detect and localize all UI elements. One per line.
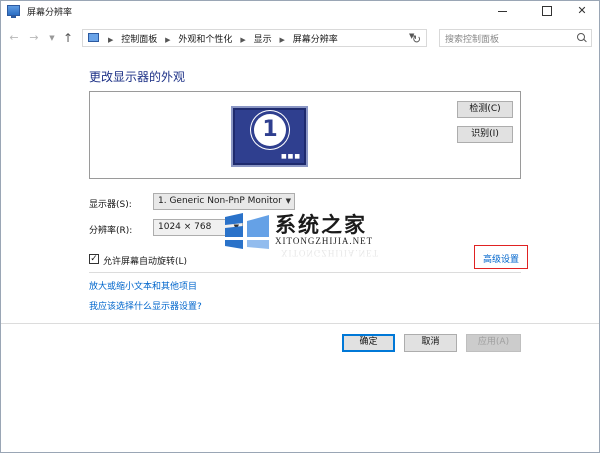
breadcrumb-appearance[interactable]: 外观和个性化 [178, 35, 232, 45]
close-button[interactable]: ✕ [563, 1, 599, 21]
monitor-dots-icon: ■■■ [280, 153, 301, 160]
apply-button[interactable]: 应用(A) [466, 334, 521, 352]
display-app-icon [7, 5, 20, 18]
chevron-right-icon[interactable]: ▶ [108, 36, 113, 44]
ok-button[interactable]: 确定 [342, 334, 395, 352]
monitor-1-icon[interactable]: 1 ■■■ [231, 106, 308, 167]
recent-locations-chevron-icon[interactable]: ▼ [45, 30, 59, 46]
minimize-icon [497, 10, 507, 12]
text-size-link[interactable]: 放大或缩小文本和其他项目 [89, 279, 197, 292]
advanced-settings-link[interactable]: 高级设置 [483, 252, 519, 265]
breadcrumb-display[interactable]: 显示 [254, 35, 272, 45]
forward-arrow-icon[interactable]: → [27, 30, 41, 46]
search-icon[interactable] [577, 33, 585, 41]
watermark: 系统之家 XITONGZHIJIA.NET XITONGZHIJIA.NET [223, 209, 403, 259]
control-panel-icon [88, 33, 99, 42]
page-title: 更改显示器的外观 [89, 70, 186, 84]
cancel-button[interactable]: 取消 [404, 334, 457, 352]
chevron-down-icon: ▼ [285, 197, 291, 205]
resolution-select-value: 1024 × 768 [158, 222, 212, 232]
display-label: 显示器(S): [89, 200, 132, 210]
maximize-button[interactable] [528, 1, 566, 21]
watermark-reflection: XITONGZHIJIA.NET [281, 248, 380, 258]
resolution-label: 分辨率(R): [89, 226, 133, 236]
close-icon: ✕ [577, 4, 587, 17]
chevron-right-icon[interactable]: ▶ [240, 36, 245, 44]
identify-button[interactable]: 识别(I) [457, 126, 513, 143]
screen-resolution-window: 屏幕分辨率 ✕ ← → ▼ ↑ ▶ 控制面板 ▶ 外观和个性化 ▶ 显示 ▶ 屏… [0, 0, 600, 453]
divider [89, 272, 521, 273]
monitor-number: 1 [254, 114, 286, 146]
footer-divider [1, 323, 599, 324]
rotate-checkbox[interactable]: ✓ [89, 254, 99, 264]
window-title: 屏幕分辨率 [27, 8, 73, 18]
maximize-icon [542, 6, 552, 16]
display-select-value: 1. Generic Non-PnP Monitor [158, 196, 282, 206]
address-bar[interactable]: ▶ 控制面板 ▶ 外观和个性化 ▶ 显示 ▶ 屏幕分辨率 ▼ [82, 29, 427, 47]
checkmark-icon: ✓ [90, 254, 98, 264]
watermark-logo-icon [225, 213, 269, 249]
breadcrumb-control-panel[interactable]: 控制面板 [121, 35, 157, 45]
search-input[interactable]: 搜索控制面板 [439, 29, 592, 47]
back-arrow-icon[interactable]: ← [7, 30, 21, 46]
refresh-icon[interactable]: ↻ [408, 32, 425, 47]
title-bar: 屏幕分辨率 ✕ [1, 1, 599, 22]
chevron-right-icon[interactable]: ▶ [165, 36, 170, 44]
detect-button[interactable]: 检测(C) [457, 101, 513, 118]
display-select[interactable]: 1. Generic Non-PnP Monitor ▼ [153, 193, 295, 210]
breadcrumb-screen-resolution[interactable]: 屏幕分辨率 [293, 35, 338, 45]
search-placeholder: 搜索控制面板 [445, 35, 500, 45]
display-settings-help-link[interactable]: 我应该选择什么显示器设置? [89, 299, 202, 312]
up-arrow-icon[interactable]: ↑ [61, 30, 75, 46]
watermark-title: 系统之家 [275, 212, 367, 237]
watermark-subtitle: XITONGZHIJIA.NET [275, 236, 374, 246]
rotate-checkbox-label[interactable]: 允许屏幕自动旋转(L) [103, 254, 187, 267]
chevron-right-icon[interactable]: ▶ [279, 36, 284, 44]
minimize-button[interactable] [483, 1, 521, 21]
breadcrumb: ▶ 控制面板 ▶ 外观和个性化 ▶ 显示 ▶ 屏幕分辨率 [103, 32, 338, 45]
